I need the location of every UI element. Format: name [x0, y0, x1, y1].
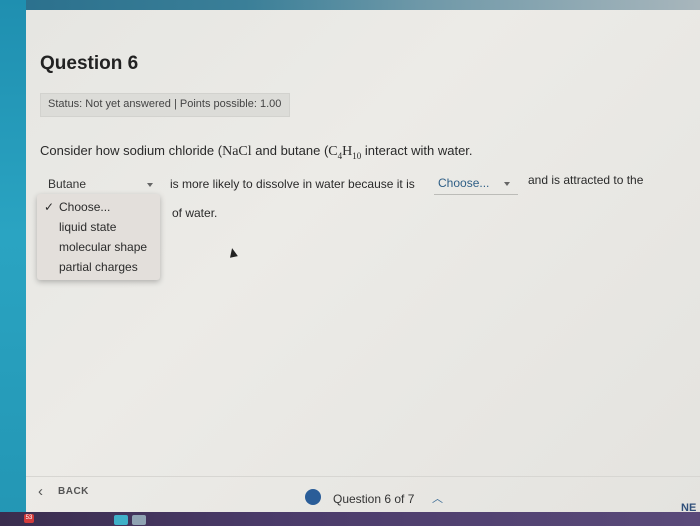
substance-select[interactable]: Butane	[44, 172, 158, 194]
dropdown-option-molecular-shape[interactable]: molecular shape	[59, 240, 147, 254]
nacl-formula: NaCl	[222, 144, 252, 159]
taskbar-app-icon[interactable]	[132, 515, 146, 525]
prompt-prefix: Consider how sodium chloride (	[40, 143, 223, 158]
reason-dropdown-menu: ✓ Choose... liquid state molecular shape…	[37, 194, 160, 280]
property-select[interactable]: Choose...	[434, 172, 518, 195]
property-select-value: Choose...	[438, 176, 490, 190]
answer-text-3: of water.	[172, 206, 218, 220]
mouse-cursor-icon	[228, 247, 238, 258]
answer-text-2: and is attracted to the	[528, 173, 644, 187]
notification-badge[interactable]: 53	[24, 514, 34, 523]
check-icon: ✓	[44, 200, 55, 214]
progress-dot	[305, 489, 321, 505]
taskbar-app-icon[interactable]	[114, 515, 128, 525]
footer-divider	[26, 476, 700, 477]
status-box: Status: Not yet answered | Points possib…	[40, 93, 290, 117]
dropdown-option-liquid-state[interactable]: liquid state	[59, 220, 116, 234]
caret-down-icon	[504, 182, 510, 186]
status-text: Status: Not yet answered | Points possib…	[48, 98, 282, 110]
answer-text-1: is more likely to dissolve in water beca…	[170, 177, 415, 191]
chevron-left-icon: ‹	[38, 483, 43, 500]
top-bar	[0, 0, 700, 10]
dropdown-option-partial-charges[interactable]: partial charges	[59, 260, 138, 274]
taskbar	[0, 512, 700, 526]
left-edge-strip	[0, 0, 26, 526]
question-counter[interactable]: Question 6 of 7	[333, 492, 414, 506]
question-prompt: Consider how sodium chloride (NaCl and b…	[40, 143, 473, 161]
back-label: BACK	[58, 486, 89, 497]
prompt-mid: and butane (	[251, 143, 329, 158]
chevron-up-icon[interactable]: ︿	[432, 490, 443, 506]
question-title: Question 6	[40, 53, 139, 74]
caret-down-icon	[147, 183, 153, 187]
prompt-suffix: interact with water.	[361, 143, 473, 158]
butane-formula: C4H10	[328, 144, 362, 161]
substance-select-value: Butane	[48, 177, 87, 191]
dropdown-option-choose[interactable]: Choose...	[59, 200, 110, 214]
